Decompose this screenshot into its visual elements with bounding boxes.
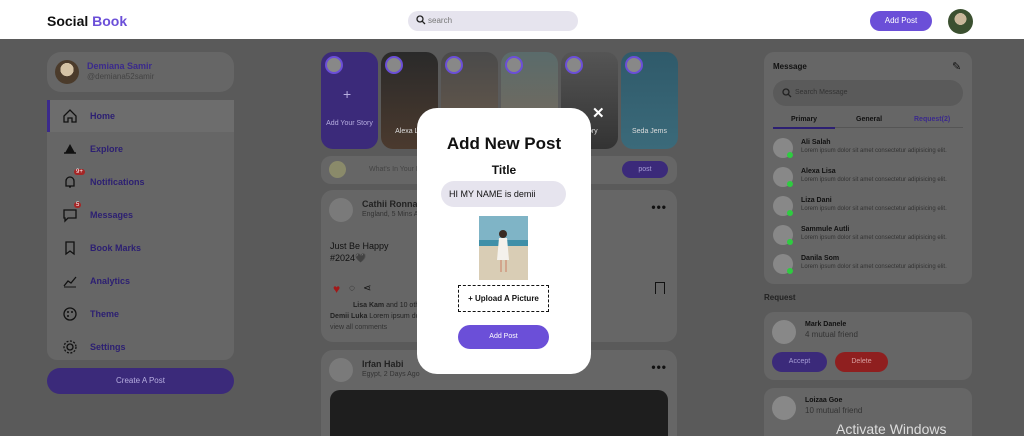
title-input[interactable] — [441, 181, 566, 207]
modal-add-post-button[interactable]: Add Post — [458, 325, 549, 349]
message-search-input[interactable]: Search Message — [795, 89, 848, 96]
request-title: Request — [764, 293, 796, 302]
online-indicator — [787, 152, 793, 158]
post-text: Just Be Happy — [330, 241, 389, 251]
avatar — [325, 56, 343, 74]
avatar — [772, 396, 796, 420]
story-card[interactable]: Seda Jems — [621, 52, 678, 149]
edit-icon[interactable]: ✎ — [952, 60, 961, 73]
online-indicator — [787, 239, 793, 245]
avatar — [385, 56, 403, 74]
online-indicator — [787, 210, 793, 216]
comment-icon[interactable]: ◌ — [349, 283, 355, 294]
contact-item[interactable]: Alexa Lisa Lorem ipsum dolor sit amet co… — [773, 165, 963, 191]
palette-icon — [63, 307, 77, 321]
sidebar-item-theme[interactable]: Theme — [47, 298, 234, 330]
tab-request[interactable]: Request(2) — [914, 116, 950, 123]
avatar — [55, 60, 79, 84]
comment-preview: Demii Luka Lorem ipsum dolor — [330, 313, 428, 320]
heart-icon[interactable]: ♥ — [333, 282, 340, 296]
profile-handle: @demiana52samir — [87, 72, 155, 81]
avatar — [772, 320, 796, 344]
post-button[interactable]: post — [622, 161, 668, 178]
upload-picture-button[interactable]: + Upload A Picture — [458, 285, 549, 312]
modal-title: Add New Post — [446, 134, 562, 153]
post-meta: Egypt, 2 Days Ago — [362, 371, 420, 378]
request-card: Mark Danele 4 mutual friend Accept Delet… — [764, 312, 972, 380]
more-options-icon[interactable]: ••• — [651, 200, 667, 214]
sidebar-menu: Home Explore 9+ Notifications 5 Messages… — [47, 100, 234, 360]
top-navbar: Social Book search Add Post — [0, 0, 1024, 39]
sidebar-item-bookmarks[interactable]: Book Marks — [47, 232, 234, 264]
search-icon — [782, 88, 792, 98]
contact-item[interactable]: Liza Dani Lorem ipsum dolor sit amet con… — [773, 194, 963, 220]
notification-badge: 9+ — [74, 169, 85, 175]
online-indicator — [787, 268, 793, 274]
post-author[interactable]: Cathii Ronnald — [362, 199, 426, 209]
post-image — [330, 390, 668, 436]
search-icon — [416, 15, 426, 25]
sidebar-item-settings[interactable]: Settings — [47, 331, 234, 363]
modal-subtitle: Title — [491, 163, 517, 177]
search-bar[interactable]: search — [408, 11, 578, 31]
message-badge: 5 — [74, 202, 82, 208]
share-icon[interactable]: ⋖ — [363, 283, 371, 294]
sidebar-item-notifications[interactable]: 9+ Notifications — [47, 166, 234, 198]
profile-name: Demiana Samir — [87, 61, 153, 71]
home-icon — [63, 109, 77, 123]
sidebar-item-explore[interactable]: Explore — [47, 133, 234, 165]
gear-icon — [63, 340, 77, 354]
contact-item[interactable]: Ali Salah Lorem ipsum dolor sit amet con… — [773, 136, 963, 162]
avatar — [565, 56, 583, 74]
post-image-preview — [479, 216, 528, 280]
sidebar-item-home[interactable]: Home — [47, 100, 234, 132]
bell-icon — [65, 176, 75, 188]
message-icon — [63, 209, 77, 223]
delete-button[interactable]: Delete — [835, 352, 888, 372]
contact-item[interactable]: Danila Som Lorem ipsum dolor sit amet co… — [773, 252, 963, 278]
plus-icon: + — [468, 294, 476, 303]
search-input[interactable]: search — [428, 16, 452, 25]
profile-card[interactable]: Demiana Samir @demiana52samir — [47, 52, 234, 92]
logo[interactable]: Social Book — [47, 13, 127, 29]
bookmark-icon[interactable] — [655, 282, 665, 294]
contact-item[interactable]: Sammule Autli Lorem ipsum dolor sit amet… — [773, 223, 963, 249]
create-post-button[interactable]: Create A Post — [47, 368, 234, 394]
add-post-button[interactable]: Add Post — [870, 11, 932, 31]
messages-title: Message — [773, 62, 807, 71]
post-hashtag: #2024🖤 — [330, 253, 367, 263]
avatar — [445, 56, 463, 74]
avatar — [505, 56, 523, 74]
avatar[interactable] — [329, 198, 353, 222]
sidebar-item-messages[interactable]: 5 Messages — [47, 199, 234, 231]
online-indicator — [787, 181, 793, 187]
avatar[interactable] — [948, 9, 973, 34]
tab-general[interactable]: General — [856, 116, 882, 123]
explore-icon — [64, 144, 76, 154]
plus-icon: + — [343, 86, 352, 102]
activate-windows-watermark: Activate Windows — [836, 421, 947, 436]
add-post-modal: Add New Post Title + Upload A Picture Ad… — [417, 108, 591, 374]
more-options-icon[interactable]: ••• — [651, 360, 667, 374]
close-icon[interactable]: ✕ — [592, 104, 605, 122]
message-tabs: Primary General Request(2) — [772, 114, 963, 129]
avatar — [329, 161, 346, 178]
accept-button[interactable]: Accept — [772, 352, 827, 372]
sidebar-item-analytics[interactable]: Analytics — [47, 265, 234, 297]
avatar[interactable] — [329, 358, 353, 382]
tab-primary[interactable]: Primary — [772, 116, 836, 129]
story-add[interactable]: + Add Your Story — [321, 52, 378, 149]
avatar — [625, 56, 643, 74]
view-all-comments-link[interactable]: view all comments — [330, 324, 387, 331]
messages-panel: Message ✎ Search Message Primary General… — [764, 52, 972, 284]
analytics-icon — [63, 276, 77, 288]
message-search[interactable]: Search Message — [773, 80, 963, 106]
post-author[interactable]: Irfan Habi — [362, 359, 404, 369]
bookmark-icon — [65, 241, 75, 256]
